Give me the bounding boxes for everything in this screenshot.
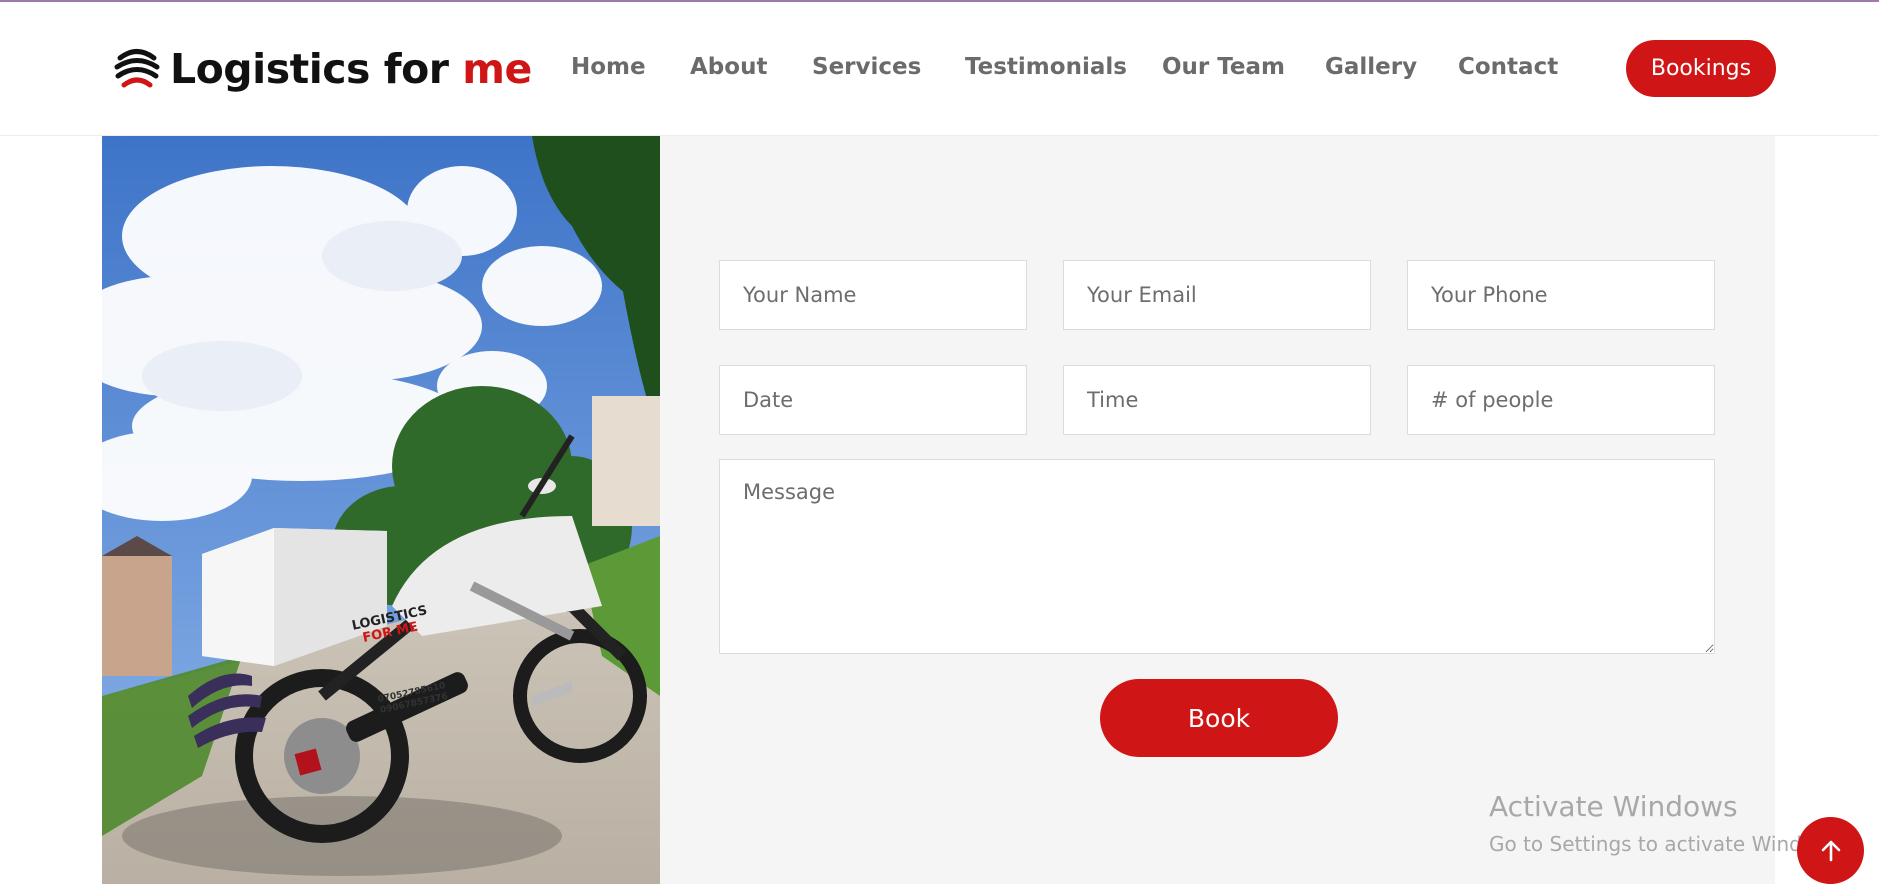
bookings-button[interactable]: Bookings bbox=[1626, 40, 1776, 97]
email-input[interactable] bbox=[1063, 260, 1371, 330]
logo-swoosh-icon bbox=[114, 49, 160, 88]
brand-name: Logistics for me bbox=[170, 45, 532, 93]
photo-illustration: LOGISTICS FOR ME 07052785610 09067857376 bbox=[102, 136, 660, 884]
site-header: Logistics for me Home About Services Tes… bbox=[0, 2, 1879, 136]
brand-name-accent: me bbox=[462, 45, 532, 93]
nav-contact[interactable]: Contact bbox=[1458, 54, 1558, 80]
book-button[interactable]: Book bbox=[1100, 679, 1338, 757]
time-input[interactable] bbox=[1063, 365, 1371, 435]
message-textarea[interactable] bbox=[719, 459, 1715, 654]
nav-testimonials[interactable]: Testimonials bbox=[965, 54, 1127, 80]
name-input[interactable] bbox=[719, 260, 1027, 330]
nav-gallery[interactable]: Gallery bbox=[1325, 54, 1417, 80]
nav-our-team[interactable]: Our Team bbox=[1162, 54, 1285, 80]
scroll-to-top-button[interactable] bbox=[1797, 817, 1864, 884]
phone-input[interactable] bbox=[1407, 260, 1715, 330]
watermark-title: Activate Windows bbox=[1489, 790, 1738, 823]
delivery-motorcycle-photo: LOGISTICS FOR ME 07052785610 09067857376 bbox=[102, 136, 660, 884]
brand-logo[interactable]: Logistics for me bbox=[114, 44, 532, 94]
arrow-up-icon bbox=[1821, 840, 1840, 861]
booking-section: LOGISTICS FOR ME 07052785610 09067857376… bbox=[102, 136, 1775, 884]
activate-windows-watermark: Activate Windows Go to Settings to activ… bbox=[1489, 790, 1847, 858]
nav-services[interactable]: Services bbox=[812, 54, 921, 80]
nav-about[interactable]: About bbox=[690, 54, 767, 80]
watermark-subtitle: Go to Settings to activate Windows. bbox=[1489, 832, 1848, 856]
nav-home[interactable]: Home bbox=[571, 54, 646, 80]
people-count-input[interactable] bbox=[1407, 365, 1715, 435]
date-input[interactable] bbox=[719, 365, 1027, 435]
